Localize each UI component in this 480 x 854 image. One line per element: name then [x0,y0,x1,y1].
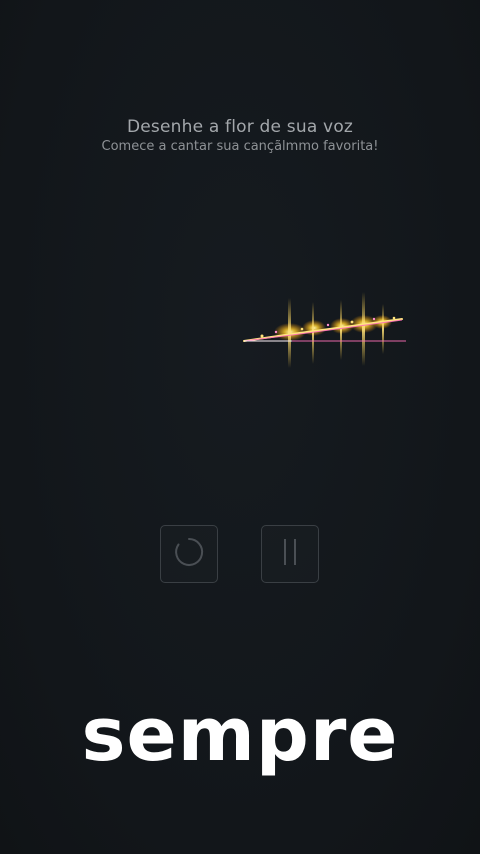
page-subtitle: Comece a cantar sua cançãlmmo favorita! [101,139,379,154]
sparkle [372,317,376,321]
lyric-caption: sempre [81,692,399,778]
circular-reset-icon [173,536,205,572]
page-title: Desenhe a flor de sua voz [126,117,354,137]
sparkle [350,320,354,324]
reset-button[interactable] [160,525,218,583]
glow-streak [340,300,342,360]
voice-flower-drawing [243,292,406,368]
sparkle [300,327,304,331]
sparkle [326,323,330,327]
pause-icon [278,536,302,572]
glow-streak [312,302,314,364]
glow-streak [382,304,384,354]
sparkle [260,334,264,338]
sparkle [392,316,396,320]
pause-button[interactable] [261,525,319,583]
glow-streak [288,298,291,368]
playback-controls [0,525,480,585]
voice-flower-canvas[interactable] [232,280,422,380]
header: Desenhe a flor de sua voz Comece a canta… [0,116,480,156]
sparkle [274,330,278,334]
glow-streak [362,292,365,366]
